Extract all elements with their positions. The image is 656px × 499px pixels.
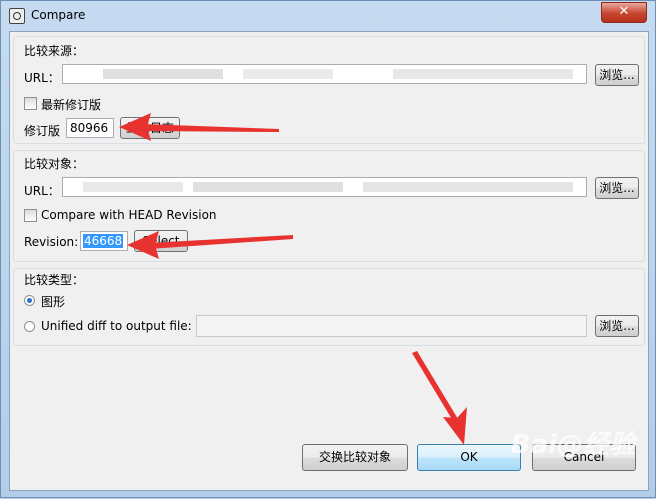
title-bar: Compare ✕	[1, 1, 655, 31]
target-legend: 比较对象：	[24, 157, 85, 171]
compare-dialog: Compare ✕ 比较来源： URL： 浏览... 最新修订版 修订版 809…	[0, 0, 656, 498]
close-button[interactable]: ✕	[601, 2, 647, 23]
source-revision-value: 80966	[70, 121, 109, 135]
show-log-button[interactable]: 显示日志	[120, 117, 180, 139]
watermark-logo: Bai@经验	[510, 430, 635, 460]
unified-diff-radio-label: Unified diff to output file:	[41, 319, 192, 333]
target-revision-input[interactable]: 46668	[80, 231, 128, 251]
compare-type-group: 比较类型： 图形 Unified diff to output file: 浏览…	[13, 268, 645, 346]
source-group: 比较来源： URL： 浏览... 最新修订版 修订版 80966 显示日志	[13, 36, 645, 144]
compare-type-legend: 比较类型：	[24, 273, 85, 287]
target-browse-button[interactable]: 浏览...	[595, 177, 639, 199]
latest-revision-checkbox[interactable]	[24, 97, 37, 110]
unified-diff-radio[interactable]	[24, 321, 35, 332]
source-revision-label: 修订版	[24, 124, 61, 138]
target-url-input[interactable]	[62, 177, 587, 197]
source-url-input[interactable]	[62, 64, 587, 84]
source-legend: 比较来源：	[24, 44, 85, 58]
source-browse-button[interactable]: 浏览...	[595, 64, 639, 86]
window-title: Compare	[31, 8, 86, 22]
source-revision-input[interactable]: 80966	[66, 118, 114, 138]
dialog-body: 比较来源： URL： 浏览... 最新修订版 修订版 80966 显示日志 比较…	[9, 31, 649, 491]
latest-revision-label: 最新修订版	[41, 98, 102, 112]
target-revision-value: 46668	[83, 234, 124, 248]
graphic-radio-label: 图形	[41, 295, 66, 309]
swap-button[interactable]: 交换比较对象	[302, 444, 408, 471]
select-button[interactable]: Select	[134, 230, 188, 252]
target-url-label: URL：	[24, 184, 60, 198]
target-group: 比较对象： URL： 浏览... Compare with HEAD Revis…	[13, 150, 645, 262]
output-file-input[interactable]	[196, 315, 587, 337]
graphic-radio[interactable]	[24, 295, 35, 306]
app-icon	[9, 8, 25, 24]
source-url-label: URL：	[24, 71, 60, 85]
head-revision-checkbox[interactable]	[24, 209, 37, 222]
ok-button[interactable]: OK	[417, 444, 521, 471]
head-revision-label: Compare with HEAD Revision	[41, 208, 217, 222]
output-browse-button[interactable]: 浏览...	[595, 315, 639, 337]
target-revision-label: Revision:	[24, 235, 79, 249]
